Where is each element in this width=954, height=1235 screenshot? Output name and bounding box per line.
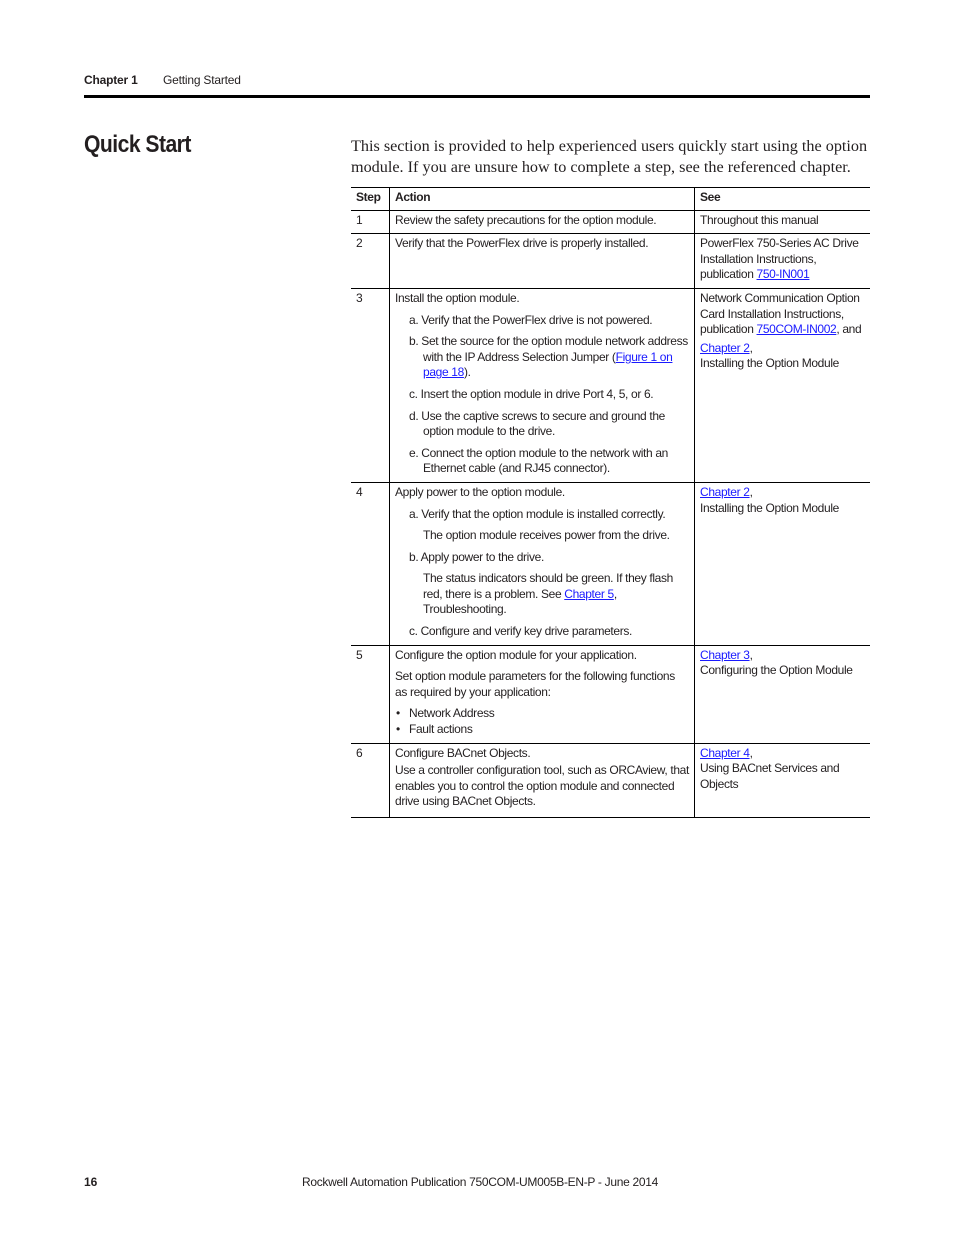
- action-cell: Verify that the PowerFlex drive is prope…: [389, 233, 695, 289]
- substep-note: The status indicators should be green. I…: [423, 571, 689, 618]
- substep: a. Verify that the PowerFlex drive is no…: [409, 312, 653, 327]
- substep: c. Configure and verify key drive parame…: [409, 624, 633, 639]
- column-header-action: Action: [389, 187, 695, 211]
- table-row: 4 Apply power to the option module. a. V…: [351, 482, 870, 646]
- chapter-ref: Chapter 3,: [700, 648, 865, 664]
- substep-suffix: ).: [463, 365, 471, 380]
- chapter-ref: Chapter 2,: [700, 341, 865, 357]
- substep: b. Set the source for the option module …: [409, 334, 689, 381]
- table-row: 6 Configure BACnet Objects. Use a contro…: [351, 743, 870, 818]
- table-row: 2 Verify that the PowerFlex drive is pro…: [351, 233, 870, 289]
- see-tail: Installing the Option Module: [700, 500, 839, 515]
- step-number: 1: [356, 212, 363, 227]
- chapter-label: Chapter 1: [84, 73, 138, 87]
- substep: b. Apply power to the drive.: [409, 549, 544, 564]
- list-item: Network Address: [396, 706, 689, 722]
- step-number: 5: [356, 647, 363, 662]
- action-text: Apply power to the option module.: [395, 484, 565, 499]
- step-number: 6: [356, 745, 363, 760]
- see-after: ,: [749, 647, 753, 662]
- substep-note: The option module receives power from th…: [423, 528, 670, 543]
- action-cell: Review the safety precautions for the op…: [389, 210, 695, 234]
- see-cell: Chapter 4, Using BACnet Services and Obj…: [694, 743, 870, 818]
- substep: a. Verify that the option module is inst…: [409, 506, 666, 521]
- chapter-3-link[interactable]: Chapter 3: [700, 648, 750, 662]
- publication-link-750com-in002[interactable]: 750COM-IN002: [757, 322, 837, 336]
- action-cell: Install the option module. a. Verify tha…: [389, 288, 695, 483]
- chapter-ref: Chapter 4,: [700, 746, 865, 762]
- table-row: 3 Install the option module. a. Verify t…: [351, 288, 870, 483]
- see-mid: , and: [836, 322, 862, 337]
- see-after: ,: [749, 745, 753, 760]
- section-title: Quick Start: [84, 131, 191, 158]
- see-after: ,: [749, 340, 753, 355]
- table-header-row: Step Action See: [351, 187, 870, 211]
- function-list: Network Address Fault actions: [395, 706, 689, 737]
- chapter-2-link[interactable]: Chapter 2: [700, 341, 750, 355]
- chapter-title: Getting Started: [163, 73, 241, 87]
- action-text: Install the option module.: [395, 290, 520, 305]
- running-header: Chapter 1 Getting Started: [84, 73, 241, 87]
- see-after: ,: [749, 484, 753, 499]
- substep: c. Insert the option module in drive Por…: [409, 386, 654, 401]
- chapter-ref: Chapter 2,: [700, 485, 865, 501]
- table-row: 5 Configure the option module for your a…: [351, 645, 870, 744]
- chapter-5-link[interactable]: Chapter 5: [564, 587, 614, 601]
- chapter-2-link[interactable]: Chapter 2: [700, 485, 750, 499]
- step-number: 2: [356, 236, 363, 251]
- column-header-step: Step: [356, 190, 381, 204]
- action-cell: Apply power to the option module. a. Ver…: [389, 482, 695, 646]
- see-tail: Installing the Option Module: [700, 356, 839, 371]
- table-row: 1 Review the safety precautions for the …: [351, 210, 870, 234]
- see-cell: Chapter 2, Installing the Option Module: [694, 482, 870, 646]
- see-cell: Throughout this manual: [694, 210, 870, 234]
- action-paragraph: Set option module parameters for the fol…: [395, 669, 675, 699]
- action-text: Configure the option module for your app…: [395, 647, 637, 662]
- header-rule: [84, 95, 870, 98]
- action-text: Configure BACnet Objects.: [395, 745, 531, 760]
- see-cell: Chapter 3, Configuring the Option Module: [694, 645, 870, 744]
- substep: d. Use the captive screws to secure and …: [409, 408, 665, 439]
- step-number: 3: [356, 290, 363, 305]
- substep: e. Connect the option module to the netw…: [409, 445, 668, 476]
- see-cell: PowerFlex 750-Series AC Drive Installati…: [694, 233, 870, 289]
- page-number: 16: [84, 1175, 98, 1189]
- quick-start-table: Step Action See 1 Review the safety prec…: [351, 187, 870, 818]
- note-text: The status indicators should be green. I…: [423, 571, 673, 601]
- column-header-see: See: [694, 187, 870, 211]
- publication-link-750-in001[interactable]: 750-IN001: [757, 267, 810, 281]
- chapter-4-link[interactable]: Chapter 4: [700, 746, 750, 760]
- action-paragraph: Use a controller configuration tool, suc…: [395, 763, 689, 809]
- list-item: Fault actions: [396, 722, 689, 738]
- publication-footer: Rockwell Automation Publication 750COM-U…: [301, 1175, 659, 1189]
- action-cell: Configure BACnet Objects. Use a controll…: [389, 743, 695, 818]
- action-cell: Configure the option module for your app…: [389, 645, 695, 744]
- step-number: 4: [356, 484, 363, 499]
- see-tail: Configuring the Option Module: [700, 663, 853, 678]
- see-cell: Network Communication Option Card Instal…: [694, 288, 870, 483]
- see-tail: Using BACnet Services and Objects: [700, 761, 840, 791]
- intro-paragraph: This section is provided to help experie…: [351, 137, 868, 176]
